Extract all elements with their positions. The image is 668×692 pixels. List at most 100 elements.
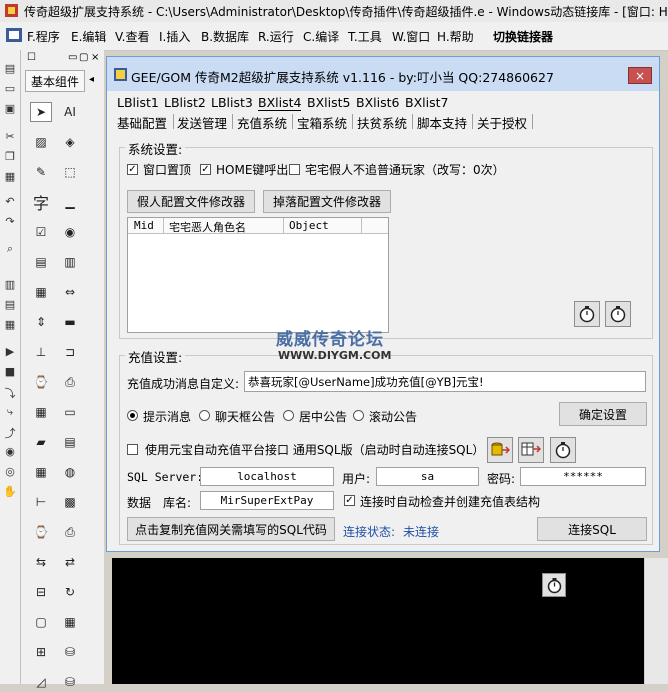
stop-icon[interactable]: ■	[2, 365, 18, 379]
menu-window[interactable]: W.窗口	[392, 28, 430, 45]
database-tool-icon[interactable]: ⛁	[59, 642, 81, 662]
menu-help[interactable]: H.帮助	[437, 28, 474, 45]
timer-button-2[interactable]	[605, 301, 631, 327]
menu-app-icon[interactable]	[6, 28, 22, 42]
chart-tool-icon[interactable]: ◿	[30, 672, 52, 692]
menu-view[interactable]: V.查看	[115, 28, 149, 45]
tab-basic-config[interactable]: 基础配置	[117, 113, 167, 132]
client-tool-icon[interactable]: ↻	[59, 582, 81, 602]
radio-center-notice[interactable]	[283, 410, 294, 421]
fake-players-table[interactable]: Mid 宅宅恶人角色名 Object	[127, 217, 389, 333]
cut-icon[interactable]: ✂	[2, 130, 18, 144]
calendar-tool-icon[interactable]: ▩	[59, 492, 81, 512]
toolbox-restore-icon[interactable]: ▢	[79, 52, 88, 63]
tab-about-auth[interactable]: 关于授权	[477, 113, 527, 132]
toolbox-minimize-icon[interactable]: ▭	[68, 52, 77, 63]
label-tool-icon[interactable]: AI	[59, 102, 81, 122]
right-scroll-area[interactable]	[645, 558, 668, 684]
window-tool-icon[interactable]: ▢	[30, 612, 52, 632]
switch-linker-button[interactable]: 切换链接器	[493, 28, 553, 45]
table-sync-button[interactable]	[518, 437, 544, 463]
layout-2-icon[interactable]: ▤	[2, 298, 18, 312]
drop-config-button[interactable]: 掉落配置文件修改器	[263, 190, 391, 213]
menu-run[interactable]: R.运行	[258, 28, 294, 45]
watch-icon[interactable]: ◎	[2, 465, 18, 479]
shape-tool-icon[interactable]: ◈	[59, 132, 81, 152]
tab-recharge-system[interactable]: 充值系统	[237, 113, 287, 132]
radio-chat-notice[interactable]	[199, 410, 210, 421]
radio-tip-message[interactable]	[127, 410, 138, 421]
datetime-tool-icon[interactable]: ▦	[30, 402, 52, 422]
find-icon[interactable]: ⌕	[2, 242, 18, 256]
tab-poverty-system[interactable]: 扶贫系统	[357, 113, 407, 132]
sql-server-input[interactable]: localhost	[200, 467, 334, 486]
fake-players-checkbox[interactable]	[289, 164, 300, 175]
menu-program[interactable]: F.程序	[27, 28, 60, 45]
step-out-icon[interactable]: ⤴	[2, 425, 18, 440]
col-role-name[interactable]: 宅宅恶人角色名	[169, 219, 246, 235]
printer-tool-icon[interactable]: ⎙	[59, 372, 81, 392]
frame-tool-icon[interactable]: ⬚	[59, 162, 81, 182]
odbc-tool-icon[interactable]: ⛁	[59, 672, 81, 692]
dialog-close-button[interactable]: ×	[628, 67, 652, 84]
confirm-settings-button[interactable]: 确定设置	[559, 402, 647, 426]
menu-insert[interactable]: I.插入	[159, 28, 190, 45]
menu-compile[interactable]: C.编译	[303, 28, 339, 45]
user-input[interactable]: sa	[376, 467, 479, 486]
sql-timer-button[interactable]	[550, 437, 576, 463]
radio-tool-icon[interactable]: ◉	[59, 222, 81, 242]
listbox-tool-icon[interactable]: ▥	[59, 252, 81, 272]
tab-lblist1[interactable]: LBlist1	[117, 95, 159, 110]
connect-sql-button[interactable]: 连接SQL	[537, 517, 647, 541]
tab-send-manage[interactable]: 发送管理	[177, 113, 227, 132]
editbox-tool-icon[interactable]: 字	[30, 192, 52, 213]
fake-config-button[interactable]: 假人配置文件修改器	[127, 190, 255, 213]
tree-view-tool-icon[interactable]: ⊞	[30, 642, 52, 662]
db-name-input[interactable]: MirSuperExtPay	[200, 491, 334, 510]
slider-tool-icon[interactable]: ⊥	[30, 342, 52, 362]
folder-tool-icon[interactable]: ▰	[30, 432, 52, 452]
tab-bxlist5[interactable]: BXlist5	[307, 95, 350, 110]
step-icon[interactable]: ⤵	[2, 385, 18, 400]
picture-box-tool-icon[interactable]: ▨	[30, 132, 52, 152]
recharge-msg-input[interactable]: 恭喜玩家[@UserName]成功充值[@YB]元宝!	[244, 371, 646, 392]
checkbox-tool-icon[interactable]: ☑	[30, 222, 52, 242]
undo-icon[interactable]: ↶	[2, 195, 18, 209]
draw-board-tool-icon[interactable]: ✎	[30, 162, 52, 182]
paste-icon[interactable]: ▦	[2, 170, 18, 184]
server-tool-icon[interactable]: ⊟	[30, 582, 52, 602]
tab-lblist3[interactable]: LBlist3	[211, 95, 253, 110]
hand-icon[interactable]: ✋	[2, 485, 18, 499]
network-tool-icon[interactable]: ⇆	[30, 552, 52, 572]
breakpoint-icon[interactable]: ◉	[2, 445, 18, 459]
copy-icon[interactable]: ❐	[2, 150, 18, 164]
col-object[interactable]: Object	[289, 219, 329, 232]
db-connect-button[interactable]	[487, 437, 513, 463]
tab-script-support[interactable]: 脚本支持	[417, 113, 467, 132]
menu-database[interactable]: B.数据库	[201, 28, 249, 45]
scroll-v-tool-icon[interactable]: ⇕	[30, 312, 52, 332]
auto-recharge-checkbox[interactable]	[127, 444, 138, 455]
button-tool-icon[interactable]: ▁	[59, 192, 81, 212]
tab-treasure-system[interactable]: 宝箱系统	[297, 113, 347, 132]
menu-edit[interactable]: E.编辑	[71, 28, 106, 45]
window-top-checkbox[interactable]: ✓	[127, 164, 138, 175]
home-key-checkbox[interactable]: ✓	[200, 164, 211, 175]
clock-tool-icon[interactable]: ⌚	[30, 522, 52, 542]
tab-bxlist7[interactable]: BXlist7	[405, 95, 448, 110]
canvas-timer-control[interactable]	[542, 573, 566, 597]
step-over-icon[interactable]: ⤷	[2, 405, 18, 419]
design-canvas[interactable]	[112, 558, 644, 684]
layout-icon[interactable]: ▥	[2, 278, 18, 292]
password-input[interactable]: ******	[520, 467, 646, 486]
radio-scroll-notice[interactable]	[353, 410, 364, 421]
layout-3-icon[interactable]: ▦	[2, 318, 18, 332]
copy-sql-button[interactable]: 点击复制充值网关需填写的SQL代码	[127, 517, 335, 541]
run-icon[interactable]: ▶	[2, 345, 18, 359]
timer-tool-icon[interactable]: ⌚	[30, 372, 52, 392]
grid-tool-icon[interactable]: ▦	[30, 462, 52, 482]
scroll-h-tool-icon[interactable]: ⇔	[59, 282, 81, 302]
col-mid[interactable]: Mid	[134, 219, 154, 232]
redo-icon[interactable]: ↷	[2, 215, 18, 229]
toolbox-tab-basic[interactable]: 基本组件	[25, 70, 85, 92]
